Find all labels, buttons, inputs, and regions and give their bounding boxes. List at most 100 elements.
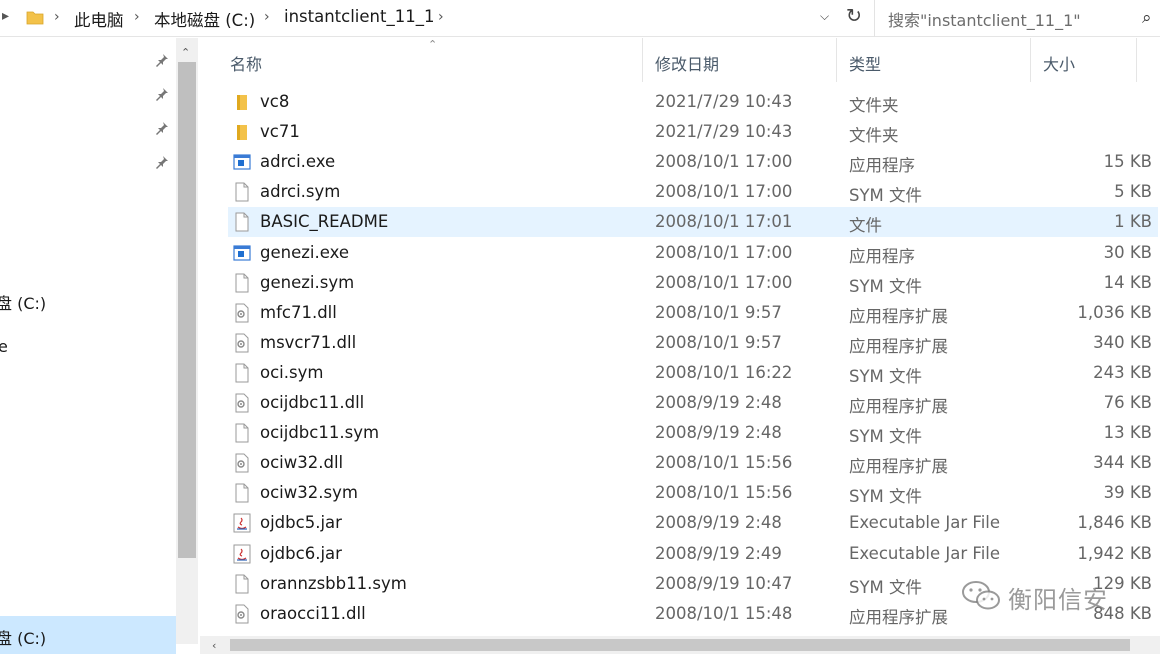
pin-icon[interactable] — [154, 86, 170, 102]
file-type: SYM 文件 — [849, 577, 923, 597]
file-row[interactable]: ociw32.sym 2008/10/1 15:56 SYM 文件 39 KB — [228, 478, 1158, 508]
scroll-up-icon[interactable]: ⌃ — [181, 46, 190, 59]
file-row[interactable]: vc71 2021/7/29 10:43 文件夹 — [228, 117, 1158, 147]
search-placeholder: 搜索"instantclient_11_1" — [888, 11, 1081, 30]
column-header-name[interactable]: 名称 — [230, 51, 262, 75]
file-size: 1 KB — [1114, 212, 1152, 232]
refresh-icon[interactable]: ↻ — [846, 5, 862, 27]
dll-icon — [233, 333, 251, 353]
jar-icon — [233, 544, 251, 564]
address-bar: ▸ › 此电脑 › 本地磁盘 (C:) › instantclient_11_1… — [0, 0, 1160, 37]
file-row[interactable]: genezi.exe 2008/10/1 17:00 应用程序 30 KB — [228, 238, 1158, 268]
jar-icon — [233, 513, 251, 533]
file-type: SYM 文件 — [849, 276, 923, 296]
dll-icon — [233, 303, 251, 323]
column-header-date[interactable]: 修改日期 — [655, 51, 719, 75]
file-row[interactable]: BASIC_README 2008/10/1 17:01 文件 1 KB — [228, 207, 1158, 238]
file-date: 2008/10/1 15:48 — [655, 603, 793, 623]
chevron-right-icon[interactable]: › — [438, 9, 444, 25]
file-row[interactable]: ocijdbc11.dll 2008/9/19 2:48 应用程序扩展 76 KB — [228, 388, 1158, 418]
file-row[interactable]: mfc71.dll 2008/10/1 9:57 应用程序扩展 1,036 KB — [228, 298, 1158, 328]
breadcrumb-this-pc[interactable]: 此电脑 — [74, 7, 124, 31]
file-name: msvcr71.dll — [260, 332, 357, 352]
scroll-left-icon[interactable]: ‹ — [212, 639, 216, 652]
file-row[interactable]: genezi.sym 2008/10/1 17:00 SYM 文件 14 KB — [228, 268, 1158, 298]
file-name: genezi.exe — [260, 242, 349, 262]
folder-icon — [233, 122, 251, 142]
column-header-type[interactable]: 类型 — [849, 51, 881, 75]
column-header-size[interactable]: 大小 — [1043, 51, 1075, 75]
file-date: 2008/10/1 17:00 — [655, 272, 793, 292]
search-icon[interactable]: ⌕ — [1142, 8, 1152, 28]
file-size: 5 KB — [1114, 182, 1152, 202]
file-date: 2021/7/29 10:43 — [655, 122, 793, 142]
column-divider[interactable] — [836, 38, 837, 82]
chevron-right-icon[interactable]: › — [134, 9, 140, 25]
file-type: SYM 文件 — [849, 366, 923, 386]
file-name: oci.sym — [260, 362, 324, 382]
file-size: 1,036 KB — [1077, 302, 1152, 322]
pin-icon[interactable] — [154, 154, 170, 170]
file-name: oraocci11.dll — [260, 603, 366, 623]
nav-arrow-icon[interactable]: ▸ — [2, 8, 9, 24]
horizontal-scrollbar-thumb[interactable] — [230, 639, 1130, 651]
chevron-down-icon[interactable]: ⌵ — [820, 9, 829, 24]
nav-item-selected-label: 盘 (C:) — [0, 629, 47, 648]
file-date: 2008/10/1 17:01 — [655, 212, 793, 232]
file-date: 2008/10/1 16:22 — [655, 362, 793, 382]
column-divider[interactable] — [1030, 38, 1031, 82]
file-size: 76 KB — [1103, 393, 1152, 412]
file-row[interactable]: ociw32.dll 2008/10/1 15:56 应用程序扩展 344 KB — [228, 448, 1158, 478]
chevron-right-icon[interactable]: › — [264, 9, 270, 25]
watermark-text: 衡阳信安 — [1008, 586, 1108, 614]
nav-item-partial[interactable]: e — [0, 337, 8, 356]
column-divider[interactable] — [1136, 38, 1137, 82]
file-icon — [233, 182, 251, 202]
file-row[interactable]: oci.sym 2008/10/1 16:22 SYM 文件 243 KB — [228, 358, 1158, 388]
file-row[interactable]: ocijdbc11.sym 2008/9/19 2:48 SYM 文件 13 KB — [228, 418, 1158, 448]
file-row[interactable]: msvcr71.dll 2008/10/1 9:57 应用程序扩展 340 KB — [228, 328, 1158, 358]
dll-icon — [233, 453, 251, 473]
file-date: 2008/10/1 9:57 — [655, 332, 782, 352]
nav-item-local-disk[interactable]: 盘 (C:) — [0, 290, 46, 314]
file-name: vc71 — [260, 122, 300, 142]
file-row[interactable]: adrci.sym 2008/10/1 17:00 SYM 文件 5 KB — [228, 177, 1158, 207]
file-name: adrci.sym — [260, 182, 341, 202]
file-type: 文件夹 — [849, 126, 899, 146]
file-type: 文件 — [849, 216, 882, 236]
file-name: orannzsbb11.sym — [260, 573, 407, 593]
wechat-icon — [962, 581, 1000, 610]
file-type: 应用程序 — [849, 246, 915, 266]
file-size: 1,846 KB — [1077, 513, 1152, 533]
column-divider[interactable] — [642, 38, 643, 82]
file-type: SYM 文件 — [849, 427, 923, 447]
file-row[interactable]: ojdbc6.jar 2008/9/19 2:49 Executable Jar F… — [228, 539, 1158, 569]
exe-icon — [233, 243, 251, 263]
file-row[interactable]: vc8 2021/7/29 10:43 文件夹 — [228, 87, 1158, 117]
file-size: 344 KB — [1093, 453, 1152, 473]
file-icon — [233, 483, 251, 503]
file-size: 1,942 KB — [1077, 543, 1152, 563]
file-name: mfc71.dll — [260, 302, 337, 322]
horizontal-scrollbar[interactable]: ‹ — [200, 636, 1160, 654]
nav-item-selected[interactable]: 盘 (C:) — [0, 616, 176, 654]
search-input[interactable]: 搜索"instantclient_11_1" ⌕ — [876, 0, 1160, 37]
pin-icon[interactable] — [154, 120, 170, 136]
chevron-right-icon[interactable]: › — [54, 9, 60, 25]
file-name: ojdbc5.jar — [260, 513, 342, 533]
file-type: Executable Jar File — [849, 543, 1001, 563]
file-type: 文件夹 — [849, 96, 899, 115]
file-date: 2021/7/29 10:43 — [655, 92, 793, 111]
file-name: BASIC_README — [260, 212, 389, 232]
file-type: 应用程序扩展 — [849, 607, 948, 627]
file-row[interactable]: ojdbc5.jar 2008/9/19 2:48 Executable Jar F… — [228, 508, 1158, 538]
file-row[interactable]: adrci.exe 2008/10/1 17:00 应用程序 15 KB — [228, 147, 1158, 177]
breadcrumb-local-disk[interactable]: 本地磁盘 (C:) — [154, 7, 255, 31]
nav-scrollbar-thumb[interactable] — [178, 62, 196, 558]
breadcrumb-current-folder[interactable]: instantclient_11_1 — [284, 7, 434, 26]
dll-icon — [233, 604, 251, 624]
pin-icon[interactable] — [154, 52, 170, 68]
file-icon — [233, 212, 251, 232]
file-icon — [233, 273, 251, 293]
file-type: 应用程序扩展 — [849, 336, 948, 356]
